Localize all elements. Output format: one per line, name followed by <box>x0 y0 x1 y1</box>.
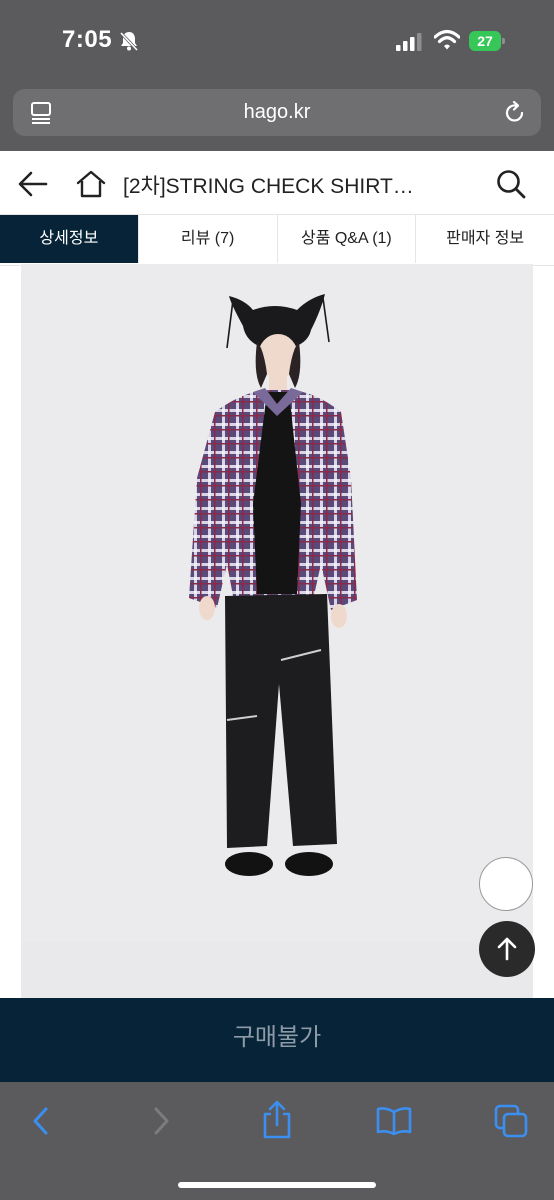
model-illustration <box>189 294 357 876</box>
chevron-left-icon[interactable] <box>30 1106 52 1136</box>
wifi-icon <box>434 29 460 50</box>
page-title: [2차]STRING CHECK SHIRT… <box>123 175 414 198</box>
reload-icon[interactable] <box>504 101 526 125</box>
status-time: 7:05 <box>62 26 113 53</box>
battery-indicator: 27 <box>469 31 505 51</box>
arrow-up-icon <box>497 937 517 961</box>
tab-seller-info[interactable]: 판매자 정보 <box>415 215 554 263</box>
tab-reviews[interactable]: 리뷰 (7) <box>137 215 277 263</box>
bookmarks-icon[interactable] <box>376 1106 412 1136</box>
url-text[interactable]: hago.kr <box>0 89 554 136</box>
chevron-right-icon[interactable] <box>150 1106 172 1136</box>
search-icon[interactable] <box>496 169 526 199</box>
battery-level: 27 <box>477 33 493 49</box>
tab-details[interactable]: 상세정보 <box>0 215 138 263</box>
tabs-icon[interactable] <box>494 1104 528 1138</box>
back-arrow-icon[interactable] <box>18 171 48 197</box>
product-image <box>21 264 533 942</box>
product-tabs: 상세정보 리뷰 (7) 상품 Q&A (1) 판매자 정보 <box>0 214 554 266</box>
image-gallery-strip <box>21 942 533 998</box>
tab-qna[interactable]: 상품 Q&A (1) <box>276 215 416 263</box>
purchase-unavailable-button[interactable]: 구매불가 <box>0 998 554 1082</box>
scroll-to-top-button[interactable] <box>479 921 535 977</box>
floating-action-button[interactable] <box>479 857 533 911</box>
home-icon[interactable] <box>76 169 106 199</box>
bell-off-icon <box>119 31 139 52</box>
home-indicator <box>178 1182 376 1188</box>
share-icon[interactable] <box>261 1100 293 1140</box>
signal-icon <box>396 33 422 51</box>
